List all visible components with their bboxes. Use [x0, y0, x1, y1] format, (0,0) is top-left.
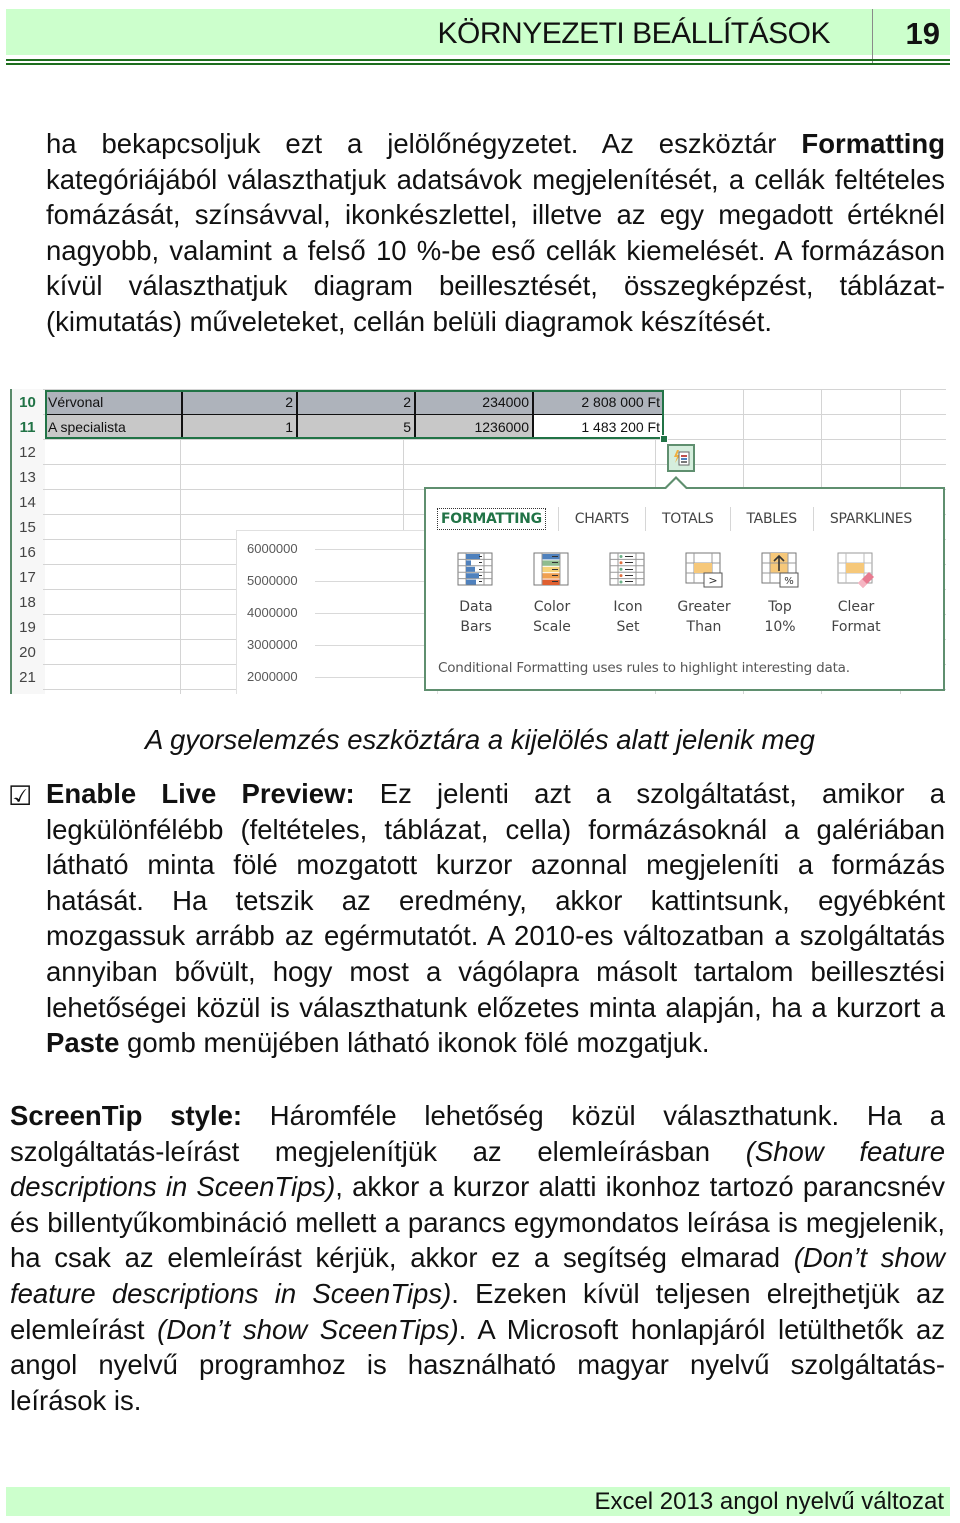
chart-axis-tick: 6000000	[247, 541, 298, 556]
row-number[interactable]: 12	[12, 440, 43, 465]
icon-set-label: Icon Set	[613, 599, 643, 635]
clear-format-label: Clear Format	[831, 599, 881, 635]
tab-divider	[729, 507, 731, 531]
data-bars-button[interactable]: Data Bars	[438, 551, 514, 637]
tab-divider	[557, 507, 559, 531]
gridline-horizontal	[43, 439, 946, 440]
paste-term: Paste	[46, 1027, 120, 1059]
data-cell[interactable]: 234000	[414, 390, 532, 414]
checked-checkbox-icon: ☑	[8, 781, 33, 811]
screentip-paragraph: ScreenTip style: Háromféle lehetőség köz…	[10, 1098, 945, 1418]
row-number[interactable]: 14	[12, 490, 43, 515]
chart-axis-tick: 3000000	[247, 637, 298, 652]
data-cell[interactable]: 1236000	[414, 415, 532, 439]
live-preview-paragraph: Enable Live Preview: Ez jelenti azt a sz…	[46, 776, 945, 1061]
clear-format-button[interactable]: Clear Format	[818, 551, 894, 637]
formatting-tools: Data Bars Color Scale Icon Set > Greater…	[438, 551, 894, 637]
color-scale-button[interactable]: Color Scale	[514, 551, 590, 637]
live-preview-text-2: gomb menüjében látható ikonok fölé mozga…	[119, 1027, 710, 1059]
greater-than-button[interactable]: > Greater Than	[666, 551, 742, 637]
tab-charts[interactable]: CHARTS	[572, 509, 632, 529]
quick-analysis-button[interactable]	[667, 444, 695, 472]
color-scale-icon	[532, 551, 572, 589]
row-number[interactable]: 18	[12, 590, 43, 615]
chart-axis-tick: 4000000	[247, 605, 298, 620]
chart-gridline	[315, 677, 437, 678]
icon-set-button[interactable]: Icon Set	[590, 551, 666, 637]
row-number[interactable]: 21	[12, 665, 43, 690]
chart-preview: 6000000 5000000 4000000 3000000 2000000	[236, 530, 438, 694]
top-10-percent-icon: %	[760, 551, 800, 589]
tab-tables[interactable]: TABLES	[744, 509, 800, 529]
data-cell[interactable]: 2 808 000 Ft	[532, 390, 663, 414]
row-label-cell[interactable]: A specialista	[45, 415, 181, 439]
footer-text: Excel 2013 angol nyelvű változat	[594, 1488, 944, 1515]
chart-axis-tick: 2000000	[247, 669, 298, 684]
page-number: 19	[905, 16, 940, 51]
live-preview-term: Enable Live Preview:	[46, 778, 355, 809]
row-number[interactable]: 10	[12, 390, 43, 415]
quick-analysis-icon	[674, 450, 690, 466]
data-cell[interactable]: 2	[296, 390, 414, 414]
cell-border	[45, 414, 663, 415]
screentip-option-3: (Don’t show SceenTips)	[157, 1313, 459, 1345]
data-cell[interactable]: 5	[296, 415, 414, 439]
screentip-term: ScreenTip style:	[10, 1100, 243, 1131]
chart-gridline	[315, 645, 437, 646]
row-label-cell[interactable]: Vérvonal	[45, 390, 181, 414]
page-header: KÖRNYEZETI BEÁLLÍTÁSOK 19	[6, 9, 950, 65]
data-cell[interactable]: 2	[181, 390, 296, 414]
row-number[interactable]: 13	[12, 465, 43, 490]
row-number[interactable]: 19	[12, 615, 43, 640]
header-rule-bottom	[6, 63, 950, 65]
chart-gridline	[315, 613, 437, 614]
row-number[interactable]: 17	[12, 565, 43, 590]
quick-analysis-description: Conditional Formatting uses rules to hig…	[438, 660, 850, 676]
excel-screenshot: 10 11 12 13 14 15 16 17 18 19 20 21 6000000 5000000 4…	[10, 389, 946, 694]
data-cell[interactable]: 1 483 200 Ft	[532, 415, 663, 439]
svg-text:%: %	[784, 576, 794, 587]
header-divider	[872, 9, 873, 65]
formatting-term: Formatting	[801, 128, 945, 159]
row-number[interactable]: 16	[12, 540, 43, 565]
intro-paragraph: ha bekapcsoljuk ezt a jelölőnégyzetet. A…	[46, 126, 945, 340]
top-10-percent-label: Top 10%	[764, 599, 796, 635]
row-number[interactable]: 15	[12, 515, 43, 540]
live-preview-text-1: Ez jelenti azt a szolgáltatást, amikor a…	[46, 778, 946, 1023]
data-bars-icon	[456, 551, 496, 589]
header-rule-top	[6, 59, 950, 61]
tab-divider	[645, 507, 646, 531]
row-number[interactable]: 11	[12, 415, 43, 440]
row-number[interactable]: 20	[12, 640, 43, 665]
intro-text-2: kategóriájából választhatjuk adatsávok m…	[46, 163, 945, 337]
chart-gridline	[315, 581, 437, 582]
greater-than-icon: >	[684, 551, 724, 589]
gridline-horizontal	[43, 464, 946, 465]
svg-text:>: >	[708, 574, 717, 587]
tab-sparklines[interactable]: SPARKLINES	[827, 509, 915, 529]
chart-gridline	[315, 549, 437, 550]
data-cell[interactable]: 1	[181, 415, 296, 439]
icon-set-icon	[608, 551, 648, 589]
intro-text-1: ha bekapcsoljuk ezt a jelölőnégyzetet. A…	[46, 128, 802, 159]
greater-than-label: Greater Than	[677, 599, 731, 635]
quick-analysis-panel: FORMATTING CHARTS TOTALS TABLES SPARKLIN…	[424, 487, 945, 691]
chart-axis-tick: 5000000	[247, 573, 298, 588]
chapter-title: KÖRNYEZETI BEÁLLÍTÁSOK	[437, 17, 831, 50]
page-footer: Excel 2013 angol nyelvű változat	[6, 1487, 950, 1516]
data-bars-label: Data Bars	[459, 599, 493, 635]
tab-divider	[812, 507, 814, 531]
figure-caption: A gyorselemzés eszköztára a kijelölés al…	[145, 724, 815, 755]
color-scale-label: Color Scale	[533, 599, 571, 635]
tab-formatting[interactable]: FORMATTING	[437, 508, 546, 530]
top-10-percent-button[interactable]: % Top 10%	[742, 551, 818, 637]
tab-totals[interactable]: TOTALS	[659, 509, 717, 529]
quick-analysis-tabs: FORMATTING CHARTS TOTALS TABLES SPARKLIN…	[437, 505, 915, 533]
clear-format-icon	[836, 551, 876, 589]
fill-handle[interactable]	[660, 435, 668, 443]
